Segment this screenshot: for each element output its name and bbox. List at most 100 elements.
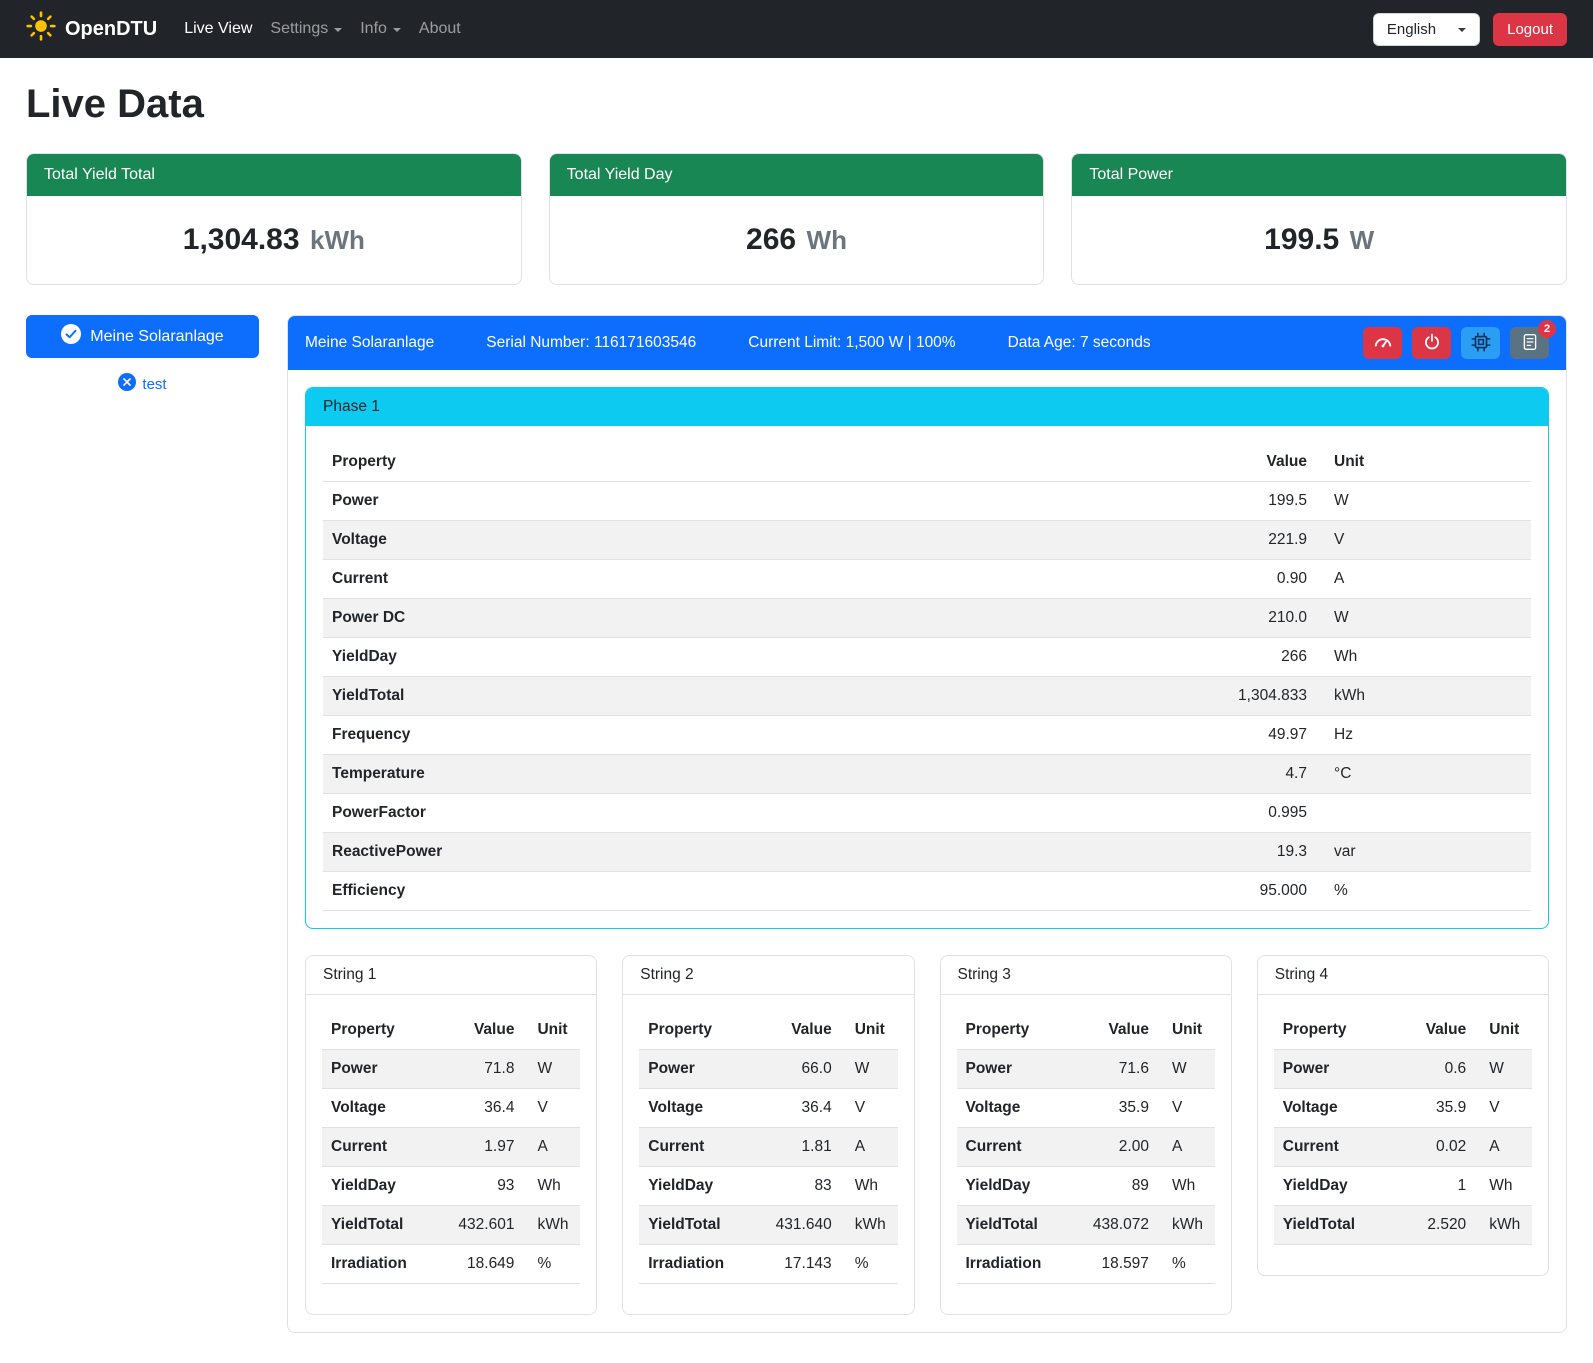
row-value: 199.5: [1166, 482, 1316, 521]
table-row: Voltage 221.9 V: [323, 521, 1531, 560]
language-select-value: English: [1387, 21, 1436, 38]
row-property: Current: [639, 1128, 753, 1167]
logout-button[interactable]: Logout: [1493, 13, 1567, 46]
col-property: Property: [1274, 1011, 1388, 1050]
power-button[interactable]: [1412, 327, 1451, 359]
row-value: 2.520: [1387, 1206, 1475, 1245]
inverter-limit: Current Limit: 1,500 W | 100%: [748, 334, 955, 352]
sun-icon: [26, 11, 56, 47]
string-card-title: String 4: [1258, 956, 1548, 995]
table-header-row: Property Value Unit: [1274, 1011, 1532, 1050]
row-unit: V: [841, 1089, 898, 1128]
row-value: 266: [1166, 638, 1316, 677]
row-value: 71.8: [436, 1050, 524, 1089]
col-unit: Unit: [1316, 443, 1531, 482]
nav-settings[interactable]: Settings: [261, 12, 351, 46]
row-property: YieldDay: [957, 1167, 1071, 1206]
event-log-button[interactable]: 2: [1510, 327, 1549, 359]
row-property: Irradiation: [639, 1245, 753, 1284]
row-unit: [1316, 794, 1531, 833]
row-unit: V: [1316, 521, 1531, 560]
string-table-body: Power 66.0 W Voltage 36.4 V: [639, 1050, 897, 1284]
row-unit: °C: [1316, 755, 1531, 794]
inverter-panel-header: Meine Solaranlage Serial Number: 1161716…: [288, 316, 1566, 370]
inverter-select-button[interactable]: Meine Solaranlage: [26, 315, 259, 358]
summary-card-body: 199.5 W: [1072, 196, 1566, 284]
device-info-button[interactable]: [1461, 327, 1500, 359]
table-row: YieldDay 89 Wh: [957, 1167, 1215, 1206]
string-card-3: String 3 Property Value Unit: [940, 955, 1232, 1315]
limit-settings-button[interactable]: [1363, 327, 1402, 359]
row-unit: kWh: [1475, 1206, 1532, 1245]
row-value: 66.0: [753, 1050, 841, 1089]
table-row: YieldTotal 1,304.833 kWh: [323, 677, 1531, 716]
string-table: Property Value Unit Power: [322, 1011, 580, 1284]
table-row: YieldTotal 2.520 kWh: [1274, 1206, 1532, 1245]
nav-live-view[interactable]: Live View: [175, 12, 261, 46]
chevron-down-icon: [334, 28, 342, 32]
summary-card-title: Total Yield Total: [27, 154, 521, 196]
row-property: Current: [1274, 1128, 1388, 1167]
chevron-down-icon: [393, 28, 401, 32]
phase-table: Property Value Unit Power: [323, 443, 1531, 911]
row-unit: W: [1475, 1050, 1532, 1089]
row-value: 0.02: [1387, 1128, 1475, 1167]
language-select[interactable]: English: [1373, 13, 1480, 46]
table-row: YieldTotal 438.072 kWh: [957, 1206, 1215, 1245]
phase-table-body: Power 199.5 W Voltage 221.9 V: [323, 482, 1531, 911]
event-count-badge: 2: [1538, 320, 1556, 338]
table-header-row: Property Value Unit: [323, 443, 1531, 482]
inverter-data-age: Data Age: 7 seconds: [1008, 334, 1151, 352]
table-row: Frequency 49.97 Hz: [323, 716, 1531, 755]
string-table: Property Value Unit Power: [639, 1011, 897, 1284]
row-property: YieldTotal: [322, 1206, 436, 1245]
string-table-body: Power 71.6 W Voltage 35.9 V: [957, 1050, 1215, 1284]
col-value: Value: [436, 1011, 524, 1050]
table-row: Power 0.6 W: [1274, 1050, 1532, 1089]
row-value: 89: [1070, 1167, 1158, 1206]
cpu-chip-icon: [1471, 332, 1491, 355]
sidebar-item-test-label: test: [142, 376, 166, 393]
col-unit: Unit: [1475, 1011, 1532, 1050]
inverter-panel-body: Phase 1 Property Value Unit: [288, 370, 1566, 1332]
row-value: 1: [1387, 1167, 1475, 1206]
nav-info[interactable]: Info: [351, 12, 410, 46]
inverter-sidebar: Meine Solaranlage test: [26, 315, 259, 395]
row-value: 1,304.833: [1166, 677, 1316, 716]
row-value: 36.4: [753, 1089, 841, 1128]
inverter-select-label: Meine Solaranlage: [90, 328, 223, 346]
col-unit: Unit: [1158, 1011, 1215, 1050]
summary-card-title: Total Yield Day: [550, 154, 1044, 196]
row-unit: kWh: [841, 1206, 898, 1245]
string-card-title: String 1: [306, 956, 596, 995]
row-property: Power: [639, 1050, 753, 1089]
row-value: 35.9: [1070, 1089, 1158, 1128]
row-unit: A: [1475, 1128, 1532, 1167]
table-header-row: Property Value Unit: [322, 1011, 580, 1050]
summary-cards-row: Total Yield Total 1,304.83 kWh Total Yie…: [26, 153, 1567, 285]
nav-about[interactable]: About: [410, 12, 470, 46]
app-brand[interactable]: OpenDTU: [26, 11, 157, 47]
sidebar-item-test[interactable]: test: [26, 373, 259, 395]
inverter-action-buttons: 2: [1363, 327, 1549, 359]
row-value: 221.9: [1166, 521, 1316, 560]
journal-list-icon: [1521, 333, 1539, 354]
top-navbar: OpenDTU Live View Settings Info About En…: [0, 0, 1593, 58]
row-property: YieldDay: [322, 1167, 436, 1206]
table-row: Current 2.00 A: [957, 1128, 1215, 1167]
row-property: YieldTotal: [1274, 1206, 1388, 1245]
row-property: YieldDay: [1274, 1167, 1388, 1206]
row-property: Power: [957, 1050, 1071, 1089]
table-row: YieldDay 93 Wh: [322, 1167, 580, 1206]
string-card-body: Property Value Unit Power: [1258, 995, 1548, 1275]
row-property: Irradiation: [957, 1245, 1071, 1284]
navbar-right: English Logout: [1373, 13, 1567, 46]
row-property: Irradiation: [322, 1245, 436, 1284]
row-unit: W: [841, 1050, 898, 1089]
table-row: Voltage 35.9 V: [1274, 1089, 1532, 1128]
string-card-body: Property Value Unit Power: [941, 995, 1231, 1314]
summary-card: Total Power 199.5 W: [1071, 153, 1567, 285]
col-value: Value: [753, 1011, 841, 1050]
check-circle-icon: [61, 324, 81, 349]
phase-card: Phase 1 Property Value Unit: [305, 387, 1549, 929]
